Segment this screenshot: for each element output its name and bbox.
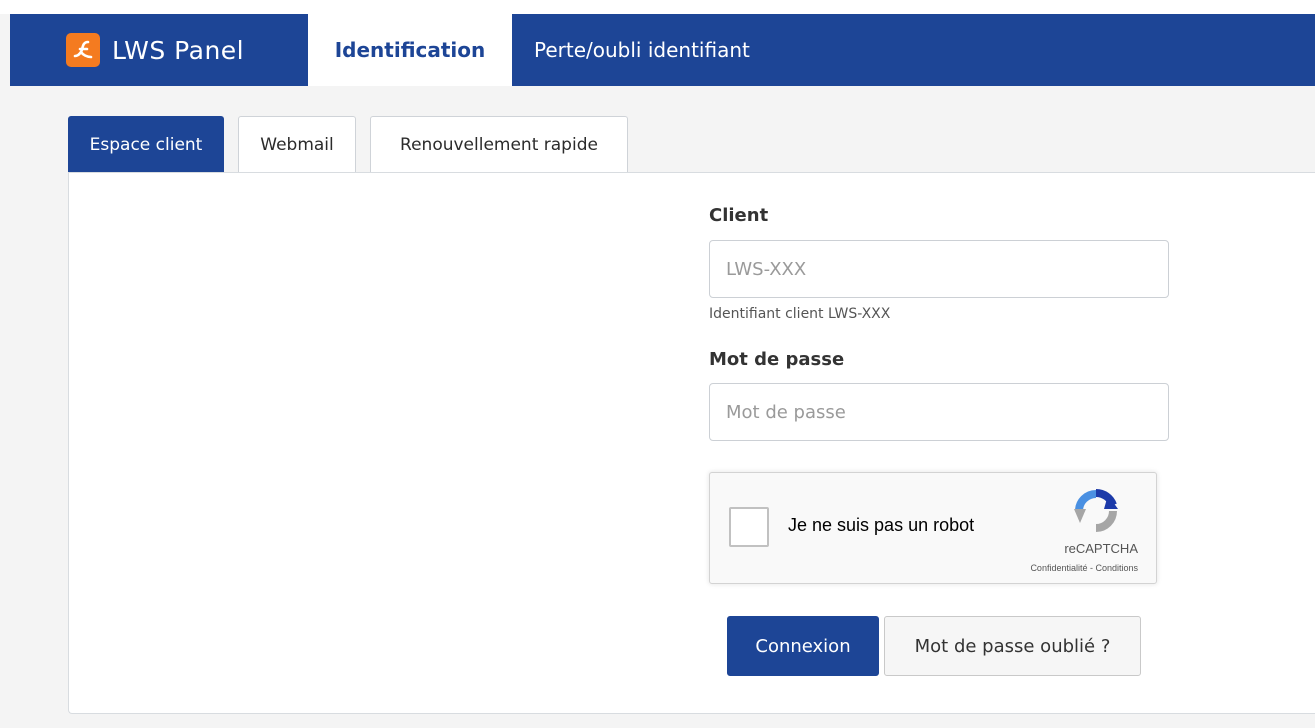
password-input[interactable] xyxy=(709,383,1169,441)
recaptcha-checkbox[interactable] xyxy=(729,507,769,547)
forgot-password-button[interactable]: Mot de passe oublié ? xyxy=(884,616,1141,676)
recaptcha-brand: reCAPTCHA xyxy=(1064,541,1138,556)
recaptcha-label: Je ne suis pas un robot xyxy=(788,515,975,535)
tab-renouvellement-rapide[interactable]: Renouvellement rapide xyxy=(370,116,628,172)
nav-identification[interactable]: Identification xyxy=(308,14,512,86)
recaptcha-logo-icon xyxy=(1074,488,1118,532)
brand-name: LWS Panel xyxy=(112,35,245,65)
nav-lost-identifier[interactable]: Perte/oubli identifiant xyxy=(512,14,771,86)
connexion-button[interactable]: Connexion xyxy=(727,616,879,676)
client-input[interactable] xyxy=(709,240,1169,298)
tab-webmail[interactable]: Webmail xyxy=(238,116,356,172)
login-tabs: Espace client Webmail Renouvellement rap… xyxy=(68,116,642,172)
recaptcha-widget: Je ne suis pas un robot reCAPTCHA Confid… xyxy=(709,472,1157,584)
client-label: Client xyxy=(709,205,769,226)
client-help-text: Identifiant client LWS-XXX xyxy=(709,306,891,322)
recaptcha-links[interactable]: Confidentialité - Conditions xyxy=(1030,563,1138,573)
password-label: Mot de passe xyxy=(709,349,845,370)
top-strip xyxy=(0,0,1315,14)
lws-logo-icon xyxy=(66,33,100,67)
top-navbar: LWS Panel Identification Perte/oubli ide… xyxy=(10,14,1315,86)
tab-espace-client[interactable]: Espace client xyxy=(68,116,224,172)
brand-logo[interactable]: LWS Panel xyxy=(10,14,246,86)
